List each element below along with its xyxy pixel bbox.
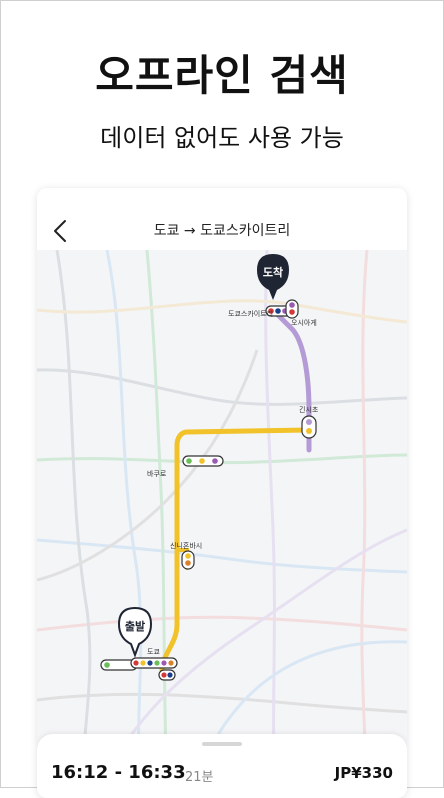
station-label-shin-nihonbashi: 신니혼바시 [170,541,202,550]
station-label-oshiage: 오시아게 [291,318,317,327]
departure-pin-label: 출발 [125,619,145,633]
station-kinshicho[interactable]: 긴시초 [299,405,319,439]
route-title: 도쿄 → 도쿄스카이트리 [153,223,291,239]
fare: JP¥330 [334,764,393,782]
phone-screen: 도쿄 → 도쿄스카이트리 도쿄스카이트리 오시아게 긴시초 바쿠로 신니혼바시 … [37,188,407,798]
station-label-tokyo-skytree: 도쿄스카이트리 [228,309,273,318]
station-label-kinshicho: 긴시초 [299,405,319,414]
route-summary-sheet[interactable]: 16:12 - 16:33 21분 JP¥330 [37,734,407,798]
hero-subtitle: 데이터 없어도 사용 가능 [100,124,344,152]
hero-title: 오프라인 검색 [95,51,349,100]
sheet-grabber[interactable] [202,742,242,746]
arrival-pin-label: 도착 [263,265,283,279]
subway-map[interactable]: 도쿄스카이트리 오시아게 긴시초 바쿠로 신니혼바시 도쿄 도착 출발 [37,250,407,798]
trip-duration: 21분 [185,770,214,785]
station-label-tokyo: 도쿄 [147,648,160,656]
time-range: 16:12 - 16:33 [51,762,186,783]
station-label-bakuro: 바쿠로 [147,469,167,478]
